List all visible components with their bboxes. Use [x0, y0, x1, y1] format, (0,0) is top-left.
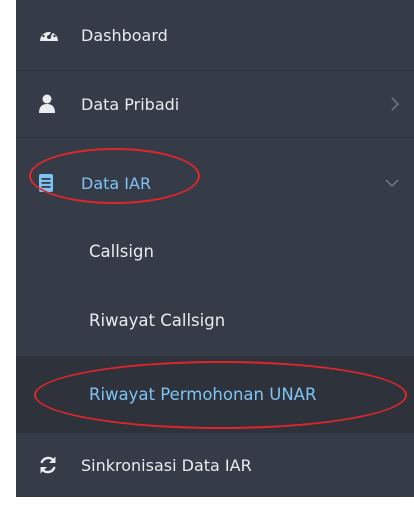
sidebar-item-data-iar[interactable]: Data IAR [16, 138, 414, 228]
sidebar-item-dashboard[interactable]: Dashboard [16, 0, 414, 70]
page-background [16, 497, 414, 523]
sidebar-menu: Dashboard Data Pribadi Data IAR Callsign… [16, 0, 414, 497]
sidebar-subitem-label: Callsign [89, 241, 154, 261]
sidebar-item-sinkronisasi-data-iar[interactable]: Sinkronisasi Data IAR [16, 433, 414, 497]
sidebar-subitem-label: Riwayat Callsign [89, 310, 226, 330]
sidebar-subitem-riwayat-callsign[interactable]: Riwayat Callsign [16, 284, 414, 356]
refresh-icon [38, 455, 58, 475]
dashboard-gauge-icon [38, 26, 60, 44]
sidebar-item-label: Dashboard [81, 25, 168, 45]
chevron-right-icon [390, 96, 400, 112]
sidebar-item-label: Sinkronisasi Data IAR [81, 455, 252, 475]
book-icon [38, 173, 54, 193]
user-icon [38, 94, 56, 114]
sidebar-subitem-label: Riwayat Permohonan UNAR [89, 384, 317, 404]
chevron-down-icon [384, 178, 400, 188]
sidebar-subitem-riwayat-permohonan-unar[interactable]: Riwayat Permohonan UNAR [16, 356, 414, 432]
sidebar-item-data-pribadi[interactable]: Data Pribadi [16, 71, 414, 137]
sidebar-item-label: Data Pribadi [81, 94, 180, 114]
sidebar-subitem-callsign[interactable]: Callsign [16, 218, 414, 284]
sidebar-item-label: Data IAR [81, 173, 152, 193]
